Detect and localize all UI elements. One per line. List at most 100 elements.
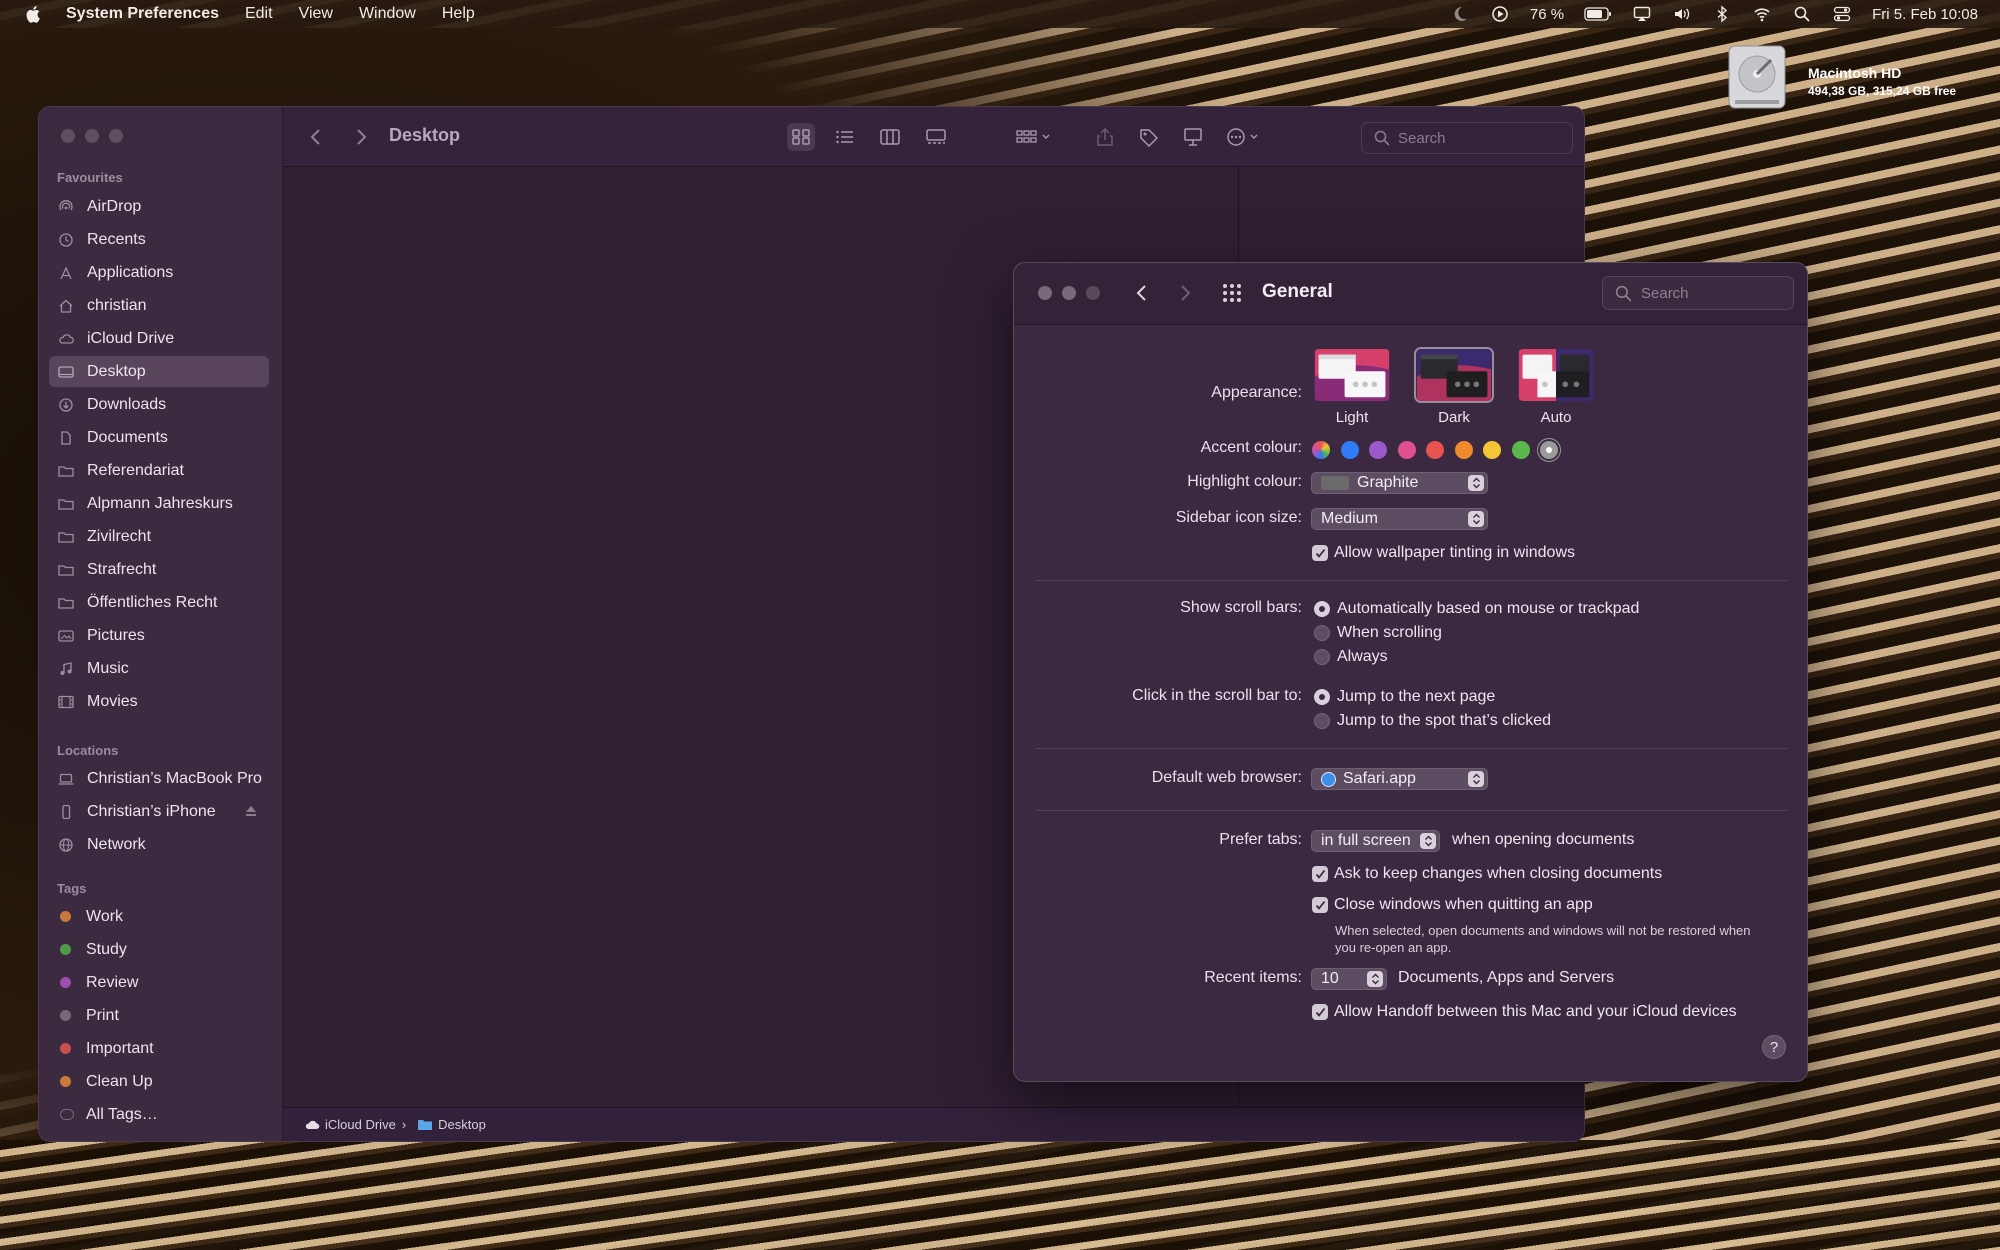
hard-drive-icon[interactable]	[1725, 44, 1789, 114]
sidebar-item-iphone[interactable]: Christian’s iPhone	[49, 796, 269, 827]
group-by-icon[interactable]	[1013, 123, 1057, 151]
highlight-colour-popup[interactable]: Graphite	[1311, 472, 1488, 494]
handoff-checkbox[interactable]	[1312, 1004, 1328, 1020]
share-icon[interactable]	[1091, 123, 1119, 151]
prefs-search-field[interactable]: Search	[1602, 276, 1794, 310]
sidebar-item-pictures[interactable]: Pictures	[49, 620, 269, 651]
battery-icon[interactable]	[1584, 5, 1612, 23]
sidebar-tag-important[interactable]: Important	[49, 1033, 269, 1064]
scroll-when-scrolling-radio[interactable]	[1314, 625, 1330, 641]
bluetooth-icon[interactable]	[1712, 5, 1732, 23]
path-leaf[interactable]: Desktop	[438, 1117, 486, 1132]
finder-close-button[interactable]	[61, 129, 75, 143]
finder-search-field[interactable]: Search	[1361, 122, 1573, 154]
appearance-dark-thumbnail[interactable]	[1414, 347, 1494, 403]
appearance-auto-thumbnail[interactable]	[1516, 347, 1596, 403]
sidebar-item-referendariat[interactable]: Referendariat	[49, 455, 269, 486]
wifi-icon[interactable]	[1752, 5, 1772, 23]
sidebar-item-macbook[interactable]: Christian’s MacBook Pro	[49, 763, 269, 794]
default-browser-popup[interactable]: Safari.app	[1311, 768, 1488, 790]
sidebar-item-network[interactable]: Network	[49, 829, 269, 860]
ask-keep-changes-checkbox[interactable]	[1312, 866, 1328, 882]
sidebar-item-icloud-drive[interactable]: iCloud Drive	[49, 323, 269, 354]
apple-icon[interactable]	[24, 4, 44, 24]
sidebar-item-alpmann[interactable]: Alpmann Jahreskurs	[49, 488, 269, 519]
sidebar-tag-print[interactable]: Print	[49, 1000, 269, 1031]
menu-app-name[interactable]: System Preferences	[66, 5, 219, 23]
recent-items-popup[interactable]: 10	[1311, 968, 1387, 990]
accent-swatch-blue[interactable]	[1341, 441, 1359, 459]
menu-edit[interactable]: Edit	[245, 5, 273, 23]
menu-clock[interactable]: Fri 5. Feb 10:08	[1872, 6, 1978, 23]
accent-swatch-multicolor[interactable]	[1312, 441, 1330, 459]
spotlight-icon[interactable]	[1792, 5, 1812, 23]
sidebar-item-zivilrecht[interactable]: Zivilrecht	[49, 521, 269, 552]
show-all-grid-icon[interactable]	[1220, 281, 1244, 305]
jump-spot-radio[interactable]	[1314, 713, 1330, 729]
appearance-light-thumbnail[interactable]	[1312, 347, 1392, 403]
accent-swatch-yellow[interactable]	[1483, 441, 1501, 459]
finder-zoom-button[interactable]	[109, 129, 123, 143]
sidebar-item-music[interactable]: Music	[49, 653, 269, 684]
tabs-value: in full screen	[1321, 832, 1411, 849]
sidebar-item-documents[interactable]: Documents	[49, 422, 269, 453]
sidebar-icon-size-popup[interactable]: Medium	[1311, 508, 1488, 530]
recent-items-suffix: Documents, Apps and Servers	[1398, 969, 1615, 986]
volume-icon[interactable]	[1672, 5, 1692, 23]
sidebar-item-downloads[interactable]: Downloads	[49, 389, 269, 420]
accent-swatch-graphite[interactable]	[1540, 441, 1558, 459]
prefs-minimize-button[interactable]	[1062, 286, 1076, 300]
sidebar-item-recents[interactable]: Recents	[49, 224, 269, 255]
moon-icon[interactable]	[1450, 5, 1470, 23]
control-center-icon[interactable]	[1832, 5, 1852, 23]
menu-help[interactable]: Help	[442, 5, 475, 23]
sidebar-tag-all-tags[interactable]: All Tags…	[49, 1099, 269, 1130]
icon-view-icon[interactable]	[787, 123, 815, 151]
sidebar-tag-review[interactable]: Review	[49, 967, 269, 998]
sidebar-item-christian[interactable]: christian	[49, 290, 269, 321]
prefs-zoom-button[interactable]	[1086, 286, 1100, 300]
accent-swatch-purple[interactable]	[1369, 441, 1387, 459]
sidebar-tag-work[interactable]: Work	[49, 901, 269, 932]
present-icon[interactable]	[1179, 123, 1207, 151]
forward-arrow-icon[interactable]	[1172, 280, 1198, 306]
sidebar-item-movies[interactable]: Movies	[49, 686, 269, 717]
sidebar-item-strafrecht[interactable]: Strafrecht	[49, 554, 269, 585]
more-actions-icon[interactable]	[1223, 123, 1269, 151]
accent-swatch-pink[interactable]	[1398, 441, 1416, 459]
accent-swatch-red[interactable]	[1426, 441, 1444, 459]
sidebar-item-oeffentliches-recht[interactable]: Öffentliches Recht	[49, 587, 269, 618]
sidebar-tag-study[interactable]: Study	[49, 934, 269, 965]
sidebar-item-label: Strafrecht	[87, 560, 157, 578]
back-arrow-icon[interactable]	[303, 123, 331, 151]
scroll-always-radio[interactable]	[1314, 649, 1330, 665]
menu-view[interactable]: View	[299, 5, 333, 23]
sidebar-tag-clean-up[interactable]: Clean Up	[49, 1066, 269, 1097]
preferences-title: General	[1262, 281, 1333, 302]
menu-window[interactable]: Window	[359, 5, 416, 23]
close-windows-checkbox[interactable]	[1312, 897, 1328, 913]
path-root[interactable]: iCloud Drive	[325, 1117, 396, 1132]
gallery-view-icon[interactable]	[922, 123, 950, 151]
accent-swatch-orange[interactable]	[1455, 441, 1473, 459]
accent-swatch-green[interactable]	[1512, 441, 1530, 459]
play-icon[interactable]	[1490, 5, 1510, 23]
list-view-icon[interactable]	[831, 123, 859, 151]
sidebar-item-applications[interactable]: Applications	[49, 257, 269, 288]
jump-next-page-radio[interactable]	[1314, 689, 1330, 705]
column-view-icon[interactable]	[876, 123, 904, 151]
help-button[interactable]: ?	[1762, 1035, 1786, 1059]
finder-minimize-button[interactable]	[85, 129, 99, 143]
sidebar-item-airdrop[interactable]: AirDrop	[49, 191, 269, 222]
tag-icon[interactable]	[1135, 123, 1163, 151]
sidebar-item-desktop[interactable]: Desktop	[49, 356, 269, 387]
prefs-close-button[interactable]	[1038, 286, 1052, 300]
airplay-display-icon[interactable]	[1632, 5, 1652, 23]
back-arrow-icon[interactable]	[1129, 280, 1155, 306]
forward-arrow-icon[interactable]	[346, 123, 374, 151]
wallpaper-tinting-checkbox[interactable]	[1312, 545, 1328, 561]
eject-icon[interactable]	[245, 804, 257, 818]
jump-next-page-label: Jump to the next page	[1337, 688, 1496, 705]
scroll-auto-radio[interactable]	[1314, 601, 1330, 617]
prefer-tabs-popup[interactable]: in full screen	[1311, 830, 1440, 852]
